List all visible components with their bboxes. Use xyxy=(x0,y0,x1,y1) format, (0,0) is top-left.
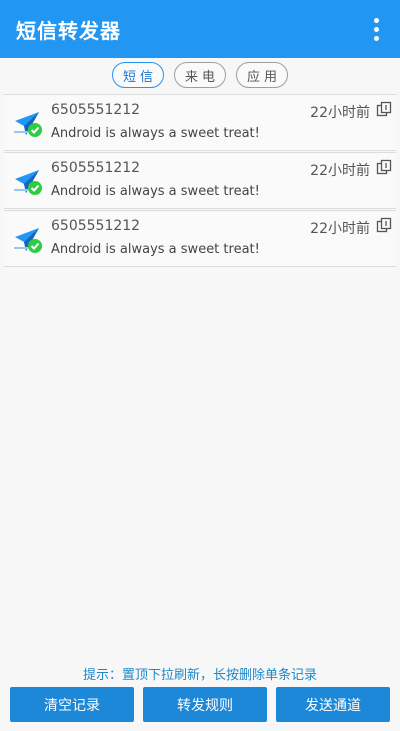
sent-success-icon xyxy=(14,170,42,195)
send-channels-button[interactable]: 发送通道 xyxy=(276,687,390,722)
sent-success-icon xyxy=(14,112,42,137)
copy-icon[interactable] xyxy=(376,101,392,117)
message-time: 22小时前 xyxy=(310,105,370,121)
message-text: Android is always a sweet treat! xyxy=(51,184,260,199)
list-item[interactable]: 6505551212 Android is always a sweet tre… xyxy=(4,210,396,267)
list-item[interactable]: 6505551212 Android is always a sweet tre… xyxy=(4,152,396,209)
hint-text: 提示：置顶下拉刷新，长按删除单条记录 xyxy=(82,668,317,683)
sender-number: 6505551212 xyxy=(51,218,141,234)
list-item[interactable]: 6505551212 Android is always a sweet tre… xyxy=(4,94,396,151)
message-time: 22小时前 xyxy=(310,221,370,237)
message-text: Android is always a sweet treat! xyxy=(51,242,260,257)
app-title: 短信转发器 xyxy=(16,18,121,43)
copy-icon[interactable] xyxy=(376,159,392,175)
app-bar: 短信转发器 xyxy=(0,0,400,58)
sender-number: 6505551212 xyxy=(51,160,141,176)
copy-icon[interactable] xyxy=(376,217,392,233)
tab-calls[interactable]: 来电 xyxy=(174,62,226,88)
tab-apps[interactable]: 应用 xyxy=(236,62,288,88)
sender-number: 6505551212 xyxy=(51,102,141,118)
message-time: 22小时前 xyxy=(310,163,370,179)
forward-rules-button[interactable]: 转发规则 xyxy=(143,687,267,722)
more-vert-icon[interactable] xyxy=(366,14,386,44)
message-list: 6505551212 Android is always a sweet tre… xyxy=(4,94,396,268)
tab-bar: 短信 来电 应用 xyxy=(0,62,400,90)
message-text: Android is always a sweet treat! xyxy=(51,126,260,141)
sent-success-icon xyxy=(14,228,42,253)
clear-records-button[interactable]: 清空记录 xyxy=(10,687,134,722)
tab-sms[interactable]: 短信 xyxy=(112,62,164,88)
